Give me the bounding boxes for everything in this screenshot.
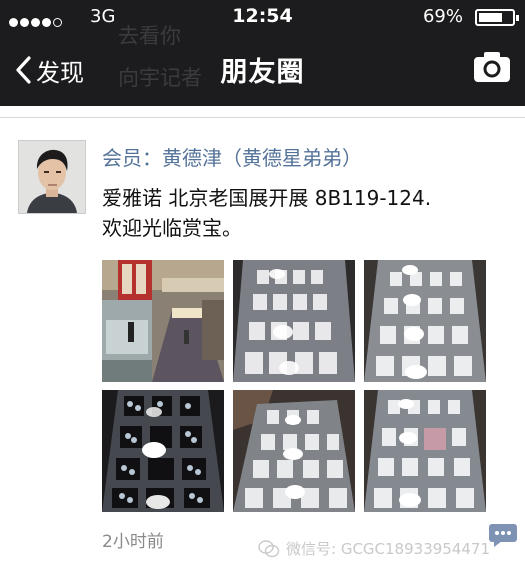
divider [0, 117, 525, 118]
exhibition-hall-photo[interactable] [102, 260, 224, 382]
status-bar: 3G 12:54 69% [0, 0, 525, 34]
post-text-line: 欢迎光临赏宝。 [102, 216, 242, 240]
camera-icon [474, 52, 510, 82]
gem-tray-photo[interactable] [102, 390, 224, 512]
display-case-photo[interactable] [233, 260, 355, 382]
display-case-photo[interactable] [364, 260, 486, 382]
watermark: 微信号: GCGC18933954471 [258, 538, 490, 559]
avatar[interactable] [18, 140, 86, 214]
comment-button[interactable] [488, 523, 518, 547]
post-text: 爱雅诺 北京老国展开展 8B119-124. 欢迎光临赏宝。 [102, 183, 512, 243]
photo-grid [102, 260, 486, 512]
comment-icon [489, 524, 517, 547]
post-author[interactable]: 会员：黄德津（黄德星弟弟） [102, 142, 362, 171]
camera-button[interactable] [473, 51, 511, 87]
post-text-line: 爱雅诺 北京老国展开展 8B119-124. [102, 186, 432, 210]
page-title: 朋友圈 [220, 57, 305, 88]
navigation-bar: 发现 朋友圈 [0, 34, 525, 106]
battery-icon [475, 9, 519, 26]
display-case-photo[interactable] [364, 390, 486, 512]
battery-percent: 69% [422, 6, 463, 27]
top-bar: 去看你 向宇记者 3G 12:54 69% 发现 朋友圈 [0, 0, 525, 106]
post-time: 2小时前 [102, 532, 164, 552]
watermark-text: 微信号: GCGC18933954471 [286, 540, 490, 558]
display-case-photo[interactable] [233, 390, 355, 512]
wechat-icon [258, 539, 280, 557]
